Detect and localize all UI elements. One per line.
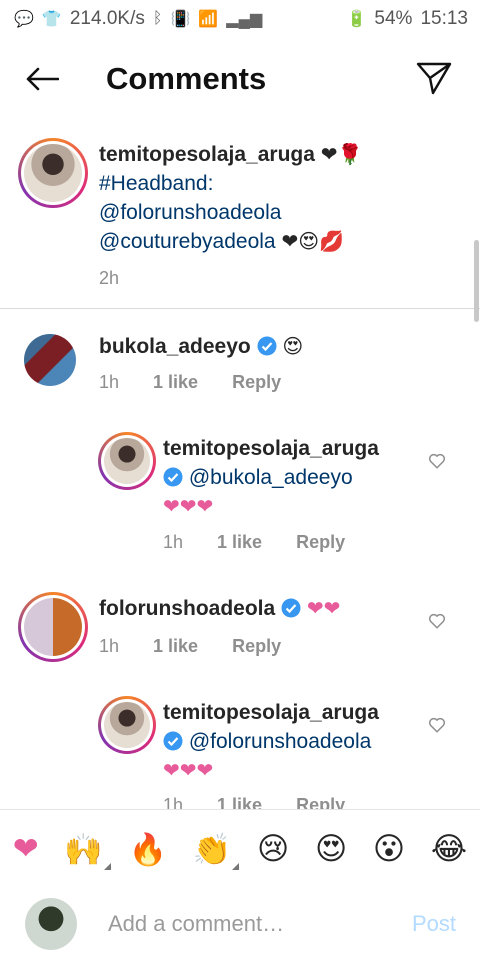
timestamp: 1h	[99, 636, 120, 656]
comment-emoji: ❤❤	[306, 596, 341, 620]
mention-link[interactable]: @bukola_adeeyo	[189, 466, 353, 489]
timestamp: 1h	[99, 372, 120, 392]
comment-composer: Add a comment… Post	[0, 888, 480, 960]
like-heart-icon[interactable]	[428, 716, 446, 734]
caption-emoji: ❤😍💋	[281, 229, 344, 253]
page-title: Comments	[106, 61, 267, 96]
comment-text: temitopesolaja_aruga @folorunshoadeola ❤…	[163, 698, 379, 785]
comment-emoji: ❤❤❤	[163, 758, 214, 782]
comment-meta: 1h 1 like Reply	[163, 532, 345, 553]
verified-badge-icon	[281, 598, 301, 618]
back-button[interactable]	[22, 59, 62, 99]
comment-emoji: ❤❤❤	[163, 494, 214, 518]
comment-meta: 1h 1 like Reply	[99, 636, 281, 657]
likes-count[interactable]: 1 like	[153, 372, 198, 393]
likes-count[interactable]: 1 like	[153, 636, 198, 657]
post-caption: temitopesolaja_aruga ❤🌹 #Headband: @folo…	[0, 120, 480, 322]
verified-badge-icon	[163, 467, 183, 487]
status-bar: 💬 👕 214.0K/s ᛒ 📳 📶 ▂▄▆ 🔋 54% 15:13	[0, 0, 480, 38]
comment-username[interactable]: folorunshoadeola	[99, 597, 275, 620]
battery-icon: 🔋	[346, 11, 367, 28]
caption-text: temitopesolaja_aruga ❤🌹 #Headband: @folo…	[99, 140, 362, 256]
like-heart-icon[interactable]	[428, 612, 446, 630]
emoji-fire-button[interactable]: 🔥	[129, 831, 168, 868]
emoji-heart-button[interactable]: ❤	[13, 831, 39, 867]
back-arrow-icon	[26, 67, 59, 91]
caption-username[interactable]: temitopesolaja_aruga	[99, 143, 315, 166]
emoji-raised-hands-button[interactable]: 🙌	[64, 831, 111, 870]
my-avatar	[25, 898, 77, 950]
verified-badge-icon	[257, 336, 277, 356]
emoji-reaction-bar: ❤ 🙌 🔥 👏 😢 😍 😮 😂	[0, 809, 480, 889]
scrollbar[interactable]	[474, 240, 479, 322]
signal-icon: ▂▄▆	[226, 11, 263, 28]
comment-text: folorunshoadeola ❤❤	[99, 594, 340, 623]
message-icon: 💬	[14, 11, 34, 28]
comment-username[interactable]: temitopesolaja_aruga	[163, 701, 379, 724]
avatar[interactable]	[98, 432, 156, 490]
mention-link[interactable]: @folorunshoadeola	[189, 730, 371, 753]
emoji-heart-eyes-button[interactable]: 😍	[315, 831, 347, 867]
comment-input[interactable]: Add a comment…	[108, 911, 412, 937]
emoji-crying-button[interactable]: 😢	[257, 831, 289, 867]
timestamp: 1h	[163, 532, 184, 552]
clock: 15:13	[420, 8, 468, 29]
caption-emoji: ❤🌹	[320, 142, 363, 166]
likes-count[interactable]: 1 like	[217, 532, 262, 553]
comment-meta: 1h 1 like Reply	[99, 372, 281, 393]
comment-username[interactable]: temitopesolaja_aruga	[163, 437, 379, 460]
mention-link[interactable]: @couturebyadeola	[99, 230, 276, 253]
avatar[interactable]	[24, 334, 76, 386]
hashtag-link[interactable]: #Headband:	[99, 172, 213, 195]
avatar[interactable]	[98, 696, 156, 754]
emoji-surprised-button[interactable]: 😮	[373, 831, 405, 867]
like-heart-icon[interactable]	[428, 452, 446, 470]
reply-button[interactable]: Reply	[232, 372, 281, 393]
mention-link[interactable]: @folorunshoadeola	[99, 201, 281, 224]
comment-text: bukola_adeeyo 😍	[99, 332, 303, 361]
comment-text: temitopesolaja_aruga @bukola_adeeyo ❤❤❤	[163, 434, 379, 521]
avatar[interactable]	[18, 592, 88, 662]
avatar[interactable]	[18, 138, 88, 208]
emoji-raised-hands-icon: 🙌	[64, 831, 103, 868]
comment-emoji: 😍	[282, 334, 304, 358]
battery-level: 54%	[374, 8, 413, 29]
network-speed: 214.0K/s	[69, 8, 145, 29]
caption-meta: 2h	[99, 268, 119, 289]
emoji-clap-icon: 👏	[192, 831, 232, 868]
verified-badge-icon	[163, 731, 183, 751]
reply-button[interactable]: Reply	[296, 532, 345, 553]
share-send-icon[interactable]	[416, 60, 452, 96]
comment-username[interactable]: bukola_adeeyo	[99, 335, 251, 358]
wifi-icon: 📶	[198, 11, 219, 28]
vibrate-icon: 📳	[170, 11, 191, 28]
post-button[interactable]: Post	[412, 911, 456, 937]
emoji-clap-button[interactable]: 👏	[192, 831, 240, 870]
reply-button[interactable]: Reply	[232, 636, 281, 657]
timestamp: 2h	[99, 268, 120, 288]
bluetooth-icon: ᛒ	[152, 10, 163, 27]
emoji-laughing-button[interactable]: 😂	[431, 831, 467, 867]
tshirt-icon: 👕	[41, 11, 62, 28]
header: Comments	[0, 38, 480, 120]
